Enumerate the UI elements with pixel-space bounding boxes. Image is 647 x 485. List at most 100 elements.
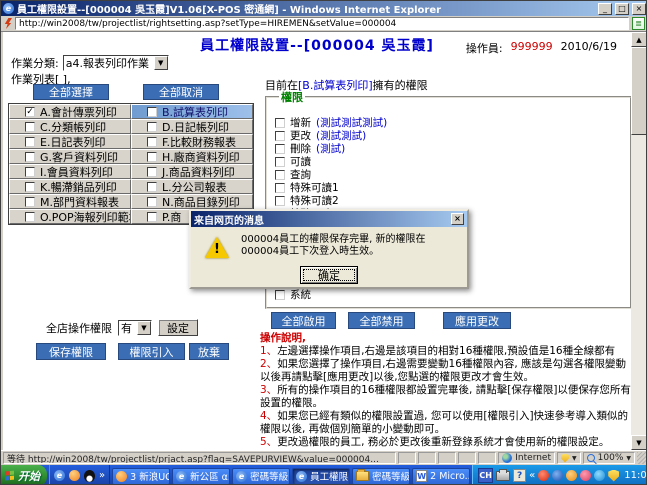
checkbox[interactable] bbox=[25, 196, 35, 207]
checkbox[interactable] bbox=[25, 136, 35, 147]
import-permission-button[interactable]: 權限引入 bbox=[118, 343, 185, 360]
taskbar-window-word[interactable]: W 2 Micro... ▼ bbox=[412, 467, 471, 484]
resize-grip[interactable] bbox=[637, 452, 646, 464]
work-item[interactable]: B.試算表列印 bbox=[131, 104, 253, 119]
checkbox[interactable] bbox=[147, 136, 157, 147]
checkbox[interactable] bbox=[147, 106, 157, 117]
penguin-icon[interactable] bbox=[580, 470, 592, 481]
checkbox[interactable] bbox=[275, 117, 285, 128]
qq-icon[interactable] bbox=[538, 470, 550, 481]
work-item[interactable]: H.廠商資料列印 bbox=[131, 149, 253, 164]
permission-item[interactable]: 更改 (測試測試) bbox=[275, 130, 630, 142]
work-item[interactable]: E.日記表列印 bbox=[9, 134, 131, 149]
scrollbar-thumb[interactable] bbox=[631, 47, 646, 135]
category-select[interactable]: a4.報表列印作業 ▼ bbox=[62, 55, 169, 71]
work-item[interactable]: N.商品目錄列印 bbox=[131, 194, 253, 209]
store-permission-select[interactable]: 有 ▼ bbox=[118, 319, 152, 336]
work-item[interactable]: G.客戶資料列印 bbox=[9, 149, 131, 164]
checkbox[interactable] bbox=[275, 169, 285, 180]
apply-changes-button[interactable]: 應用更改 bbox=[443, 312, 511, 329]
checkbox[interactable] bbox=[147, 166, 157, 177]
checkbox[interactable] bbox=[275, 143, 285, 154]
zoom-panel[interactable]: 100% ▼ bbox=[582, 452, 635, 464]
taskbar: 开始 e » 3 新浪UC ▼ e 新公區 α... e 密碼等級... e 員… bbox=[1, 465, 646, 484]
work-item[interactable]: J.商品資料列印 bbox=[131, 164, 253, 179]
checkbox[interactable] bbox=[25, 166, 35, 177]
close-icon[interactable]: × bbox=[632, 2, 646, 15]
overflow-chevron-icon[interactable]: » bbox=[99, 470, 105, 481]
scroll-down-icon[interactable]: ▼ bbox=[631, 435, 646, 450]
disable-all-button[interactable]: 全部禁用 bbox=[348, 312, 415, 329]
taskbar-window-current[interactable]: e 員工權限... bbox=[292, 467, 351, 484]
enable-all-button[interactable]: 全部啟用 bbox=[271, 312, 336, 329]
select-all-button[interactable]: 全部選擇 bbox=[33, 84, 109, 100]
checkbox[interactable]: ✓ bbox=[25, 106, 35, 117]
checkbox[interactable] bbox=[147, 211, 157, 222]
collapse-chevron-icon[interactable]: « bbox=[529, 470, 535, 481]
ie-icon[interactable]: e bbox=[54, 470, 65, 481]
checkbox[interactable] bbox=[275, 289, 285, 300]
taskbar-window-folder[interactable]: 密碼等級... bbox=[352, 467, 411, 484]
printer-icon[interactable] bbox=[496, 468, 511, 481]
chevron-down-icon[interactable]: ▼ bbox=[137, 320, 151, 335]
checkbox[interactable] bbox=[147, 181, 157, 192]
chevron-down-icon[interactable]: ▼ bbox=[153, 56, 168, 70]
help-icon[interactable]: ? bbox=[513, 469, 527, 482]
permission-item[interactable]: 刪除 (測試) bbox=[275, 143, 630, 155]
cancel-all-button[interactable]: 全部取消 bbox=[143, 84, 219, 100]
globe-icon[interactable] bbox=[552, 470, 564, 481]
work-item[interactable]: M.部門資料報表 bbox=[9, 194, 131, 209]
chevron-down-icon[interactable]: ▼ bbox=[572, 455, 577, 462]
discard-button[interactable]: 放棄 bbox=[189, 343, 229, 360]
checkbox[interactable] bbox=[275, 182, 285, 193]
url-input[interactable]: http://win2008/tw/projectlist/rightsetti… bbox=[15, 17, 629, 30]
checkbox[interactable] bbox=[25, 181, 35, 192]
security-shield-icon[interactable] bbox=[608, 469, 620, 482]
checkbox[interactable] bbox=[275, 130, 285, 141]
save-permission-button[interactable]: 保存權限 bbox=[36, 343, 106, 360]
protected-mode-panel[interactable]: ▼ bbox=[557, 452, 581, 464]
close-icon[interactable]: × bbox=[451, 213, 464, 225]
permission-item[interactable]: 特殊可讀2 bbox=[275, 195, 630, 207]
browser-content: 員工權限設置--[000004 吳玉霞] 操作員: 999999 2010/6/… bbox=[1, 32, 646, 450]
maximize-icon[interactable]: □ bbox=[615, 2, 629, 15]
permission-item[interactable]: 可讀 bbox=[275, 156, 630, 168]
table-row: I.會員資料列印 J.商品資料列印 bbox=[9, 164, 253, 179]
permission-item[interactable]: 特殊可讀1 bbox=[275, 182, 630, 194]
work-item[interactable]: K.暢滯銷品列印 bbox=[9, 179, 131, 194]
checkbox[interactable] bbox=[147, 196, 157, 207]
work-item[interactable]: O.POP海報列印範本 bbox=[9, 209, 131, 224]
checkbox[interactable] bbox=[147, 151, 157, 162]
permission-item[interactable]: 查詢 bbox=[275, 169, 630, 181]
language-indicator[interactable]: CH bbox=[478, 468, 494, 483]
work-item[interactable]: I.會員資料列印 bbox=[9, 164, 131, 179]
ok-button[interactable]: 确定 bbox=[300, 266, 358, 284]
work-item[interactable]: D.日記帳列印 bbox=[131, 119, 253, 134]
start-button[interactable]: 开始 bbox=[1, 465, 47, 484]
work-item[interactable]: C.分類帳列印 bbox=[9, 119, 131, 134]
taskbar-window-ie2[interactable]: e 密碼等級... bbox=[232, 467, 291, 484]
star-icon[interactable] bbox=[566, 470, 578, 481]
checkbox[interactable] bbox=[25, 211, 35, 222]
set-button[interactable]: 設定 bbox=[158, 319, 198, 336]
checkbox[interactable] bbox=[275, 156, 285, 167]
checkbox[interactable] bbox=[25, 121, 35, 132]
permission-item[interactable]: 增新 (測試測試測試) bbox=[275, 117, 630, 129]
checkbox[interactable] bbox=[25, 151, 35, 162]
page-icon[interactable]: ≣ bbox=[632, 17, 645, 30]
chevron-down-icon[interactable]: ▼ bbox=[626, 455, 631, 462]
checkbox[interactable] bbox=[147, 121, 157, 132]
taskbar-window-sinauc[interactable]: 3 新浪UC ▼ bbox=[112, 467, 171, 484]
checkbox[interactable] bbox=[275, 195, 285, 206]
work-item[interactable]: F.比較財務報表 bbox=[131, 134, 253, 149]
im-icon[interactable] bbox=[594, 470, 606, 481]
work-item[interactable]: L.分公司報表 bbox=[131, 179, 253, 194]
qq-icon[interactable] bbox=[84, 469, 95, 482]
taskbar-window-ie1[interactable]: e 新公區 α... bbox=[172, 467, 231, 484]
minimize-icon[interactable]: _ bbox=[598, 2, 612, 15]
work-item[interactable]: ✓ A.會計傳票列印 bbox=[9, 104, 131, 119]
scrollbar[interactable]: ▲ ▼ bbox=[631, 32, 646, 450]
permission-item-system[interactable]: 系統 bbox=[275, 289, 311, 301]
scroll-up-icon[interactable]: ▲ bbox=[631, 32, 646, 47]
messenger-icon[interactable] bbox=[69, 470, 80, 481]
